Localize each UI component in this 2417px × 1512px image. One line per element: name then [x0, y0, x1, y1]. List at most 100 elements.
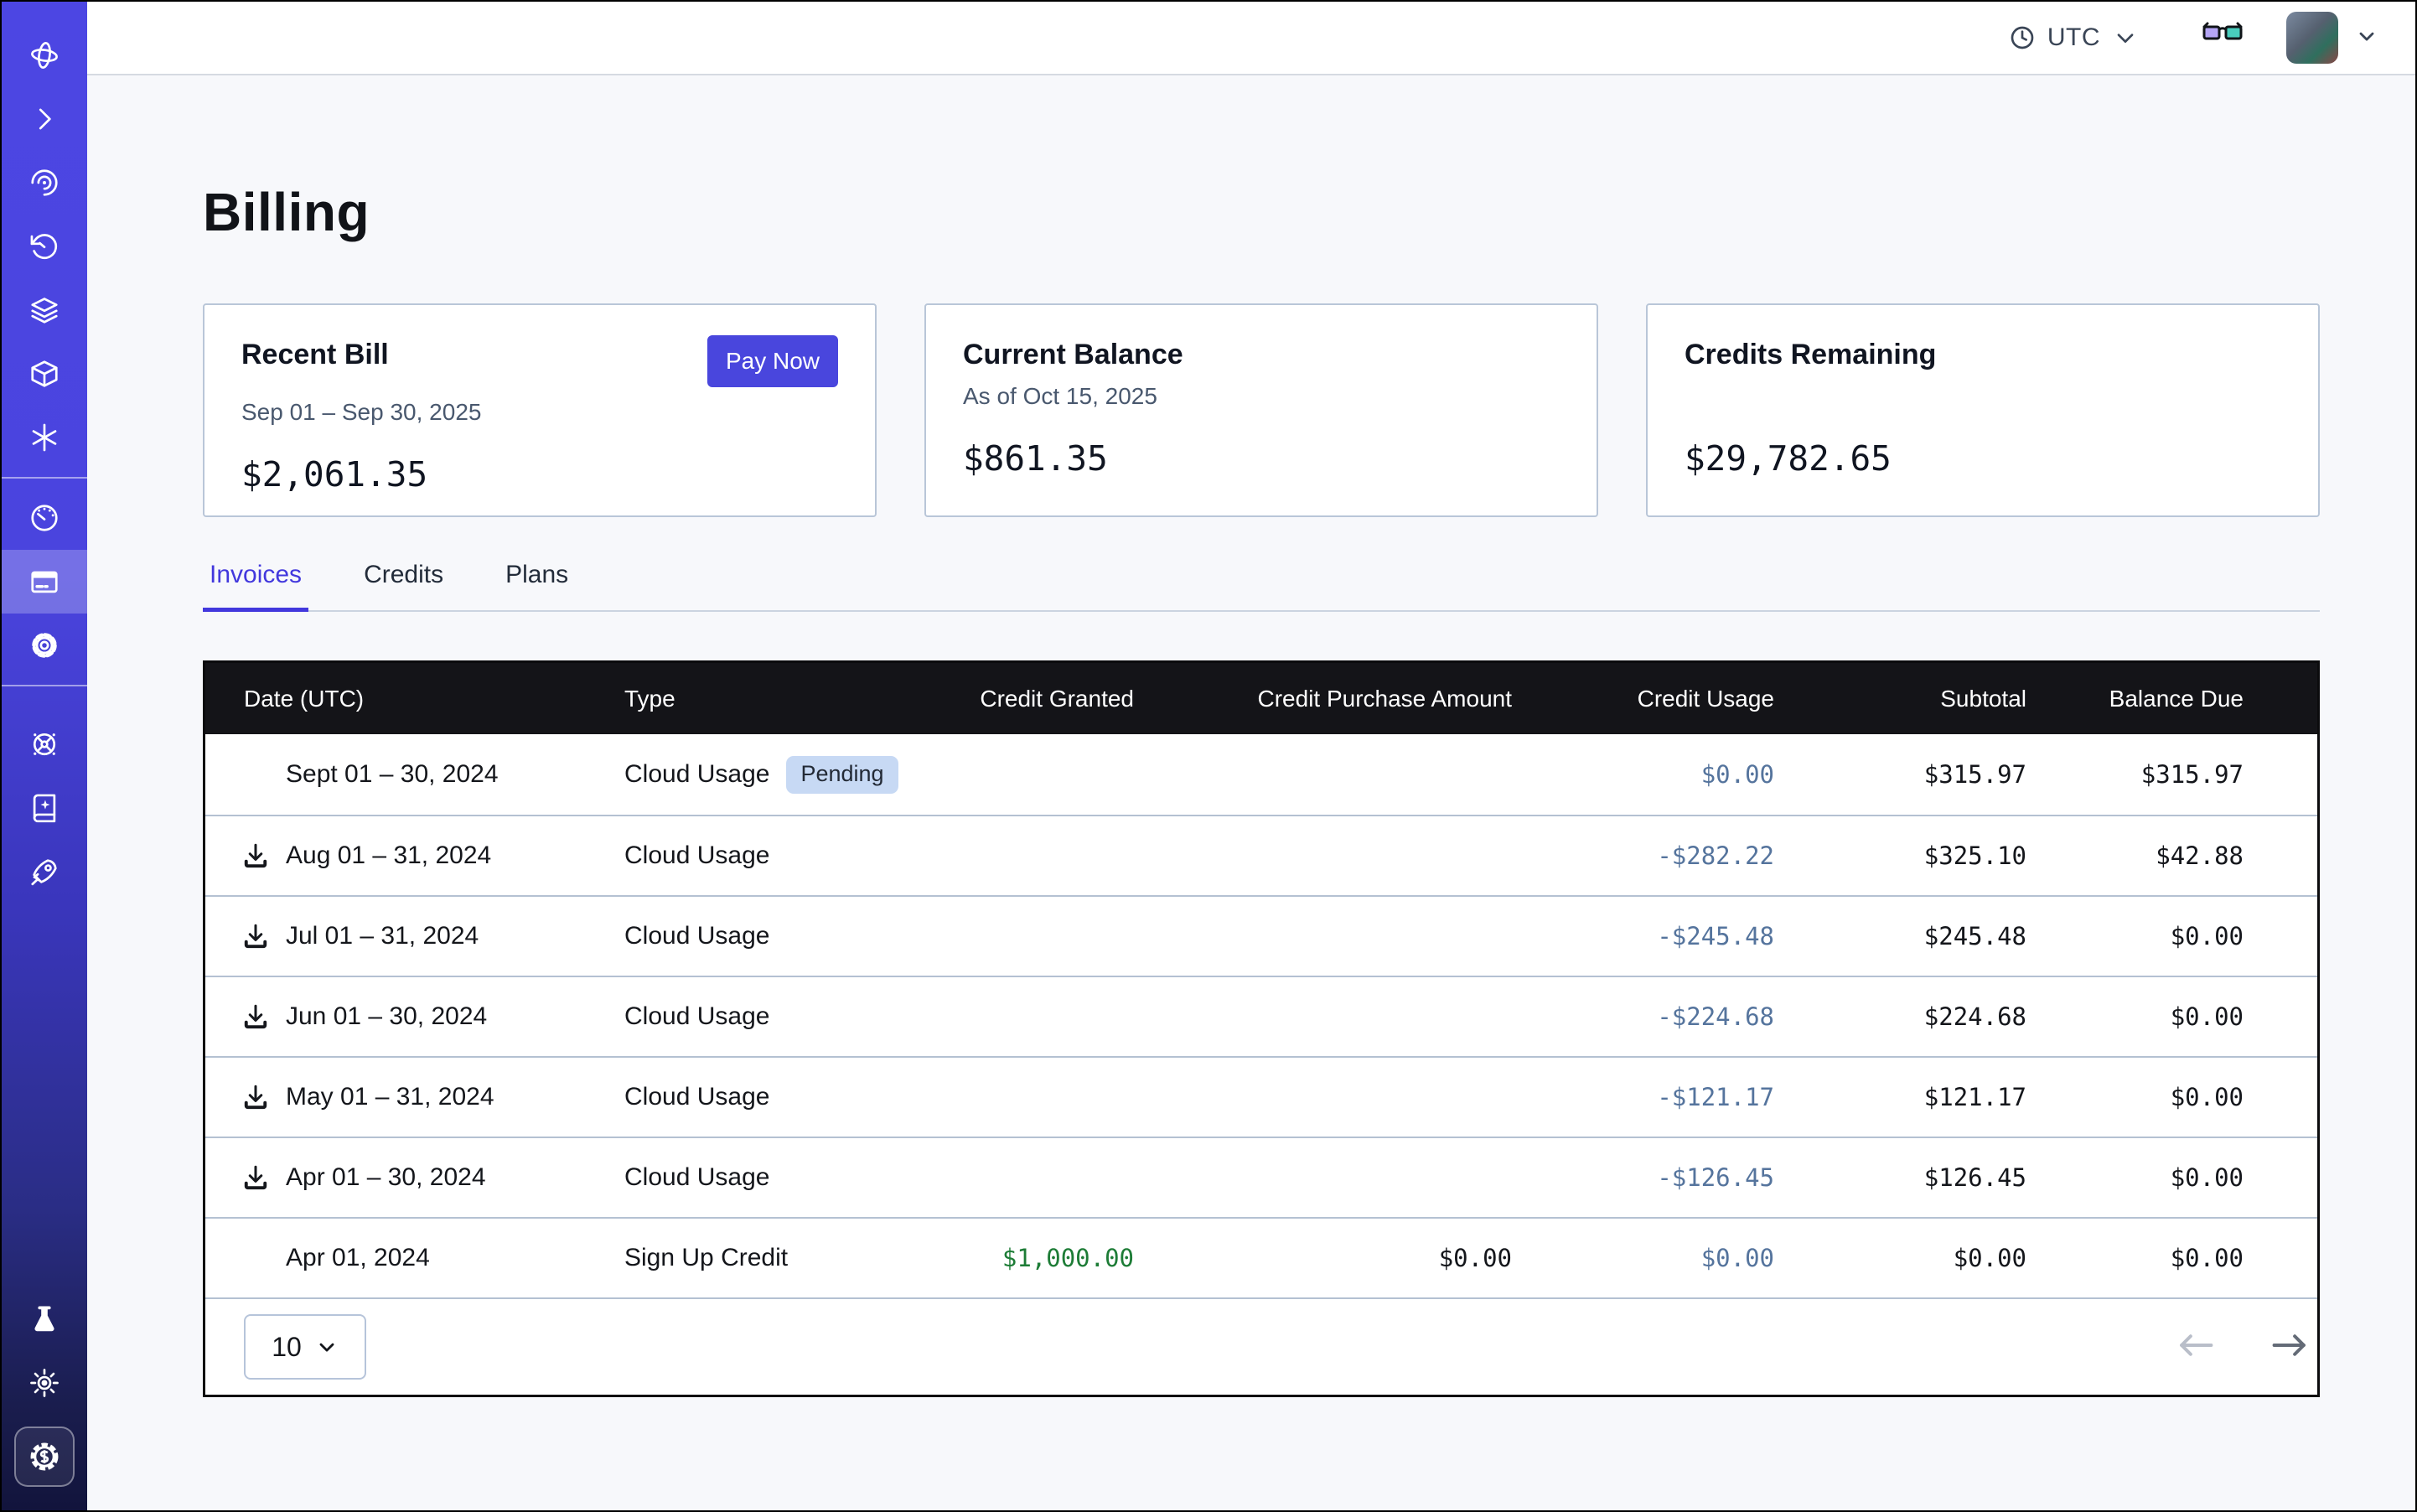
chevron-down-icon	[2112, 24, 2139, 51]
timezone-selector[interactable]: UTC	[2009, 23, 2139, 52]
flask-icon[interactable]	[2, 1287, 87, 1351]
card-title: Recent Bill	[241, 339, 389, 371]
sidebar-divider	[2, 685, 87, 686]
download-invoice-icon[interactable]	[241, 1082, 271, 1112]
balance-due-value: $0.00	[2026, 922, 2244, 950]
billing-card-icon[interactable]	[2, 550, 87, 614]
sidebar-divider	[2, 477, 87, 479]
orbit-logo-icon[interactable]	[2, 23, 87, 87]
credit-usage-value: -$282.22	[1512, 841, 1774, 870]
account-menu-chevron[interactable]	[2355, 24, 2378, 52]
invoice-date: Apr 01 – 30, 2024	[286, 1163, 486, 1192]
rocket-icon[interactable]	[2, 840, 87, 904]
subtotal-value: $126.45	[1774, 1163, 2026, 1192]
subtotal-value: $325.10	[1774, 841, 2026, 870]
glasses-icon[interactable]	[2201, 20, 2244, 56]
credits-remaining-card: Credits Remaining $29,782.65	[1646, 303, 2320, 517]
gear-icon[interactable]	[2, 614, 87, 677]
topbar: UTC	[87, 2, 2415, 75]
billing-tabs: Invoices Credits Plans	[203, 561, 2320, 612]
column-header: Date (UTC)	[205, 686, 624, 712]
table-row: Jul 01 – 31, 2024 Cloud Usage -$245.48 $…	[205, 895, 2317, 976]
balance-due-value: $0.00	[2026, 1163, 2244, 1192]
clock-icon	[2009, 24, 2036, 51]
history-timer-icon[interactable]	[2, 215, 87, 278]
column-header: Credit Purchase Amount	[1134, 686, 1512, 712]
card-subtitle: Sep 01 – Sep 30, 2025	[241, 399, 838, 427]
credit-purchase-value: $0.00	[1134, 1244, 1512, 1272]
table-body: Sept 01 – 30, 2024 Cloud Usage Pending $…	[205, 734, 2317, 1297]
credit-usage-value: -$121.17	[1512, 1083, 1774, 1111]
summary-cards: Recent Bill Pay Now Sep 01 – Sep 30, 202…	[203, 303, 2320, 517]
balance-due-value: $0.00	[2026, 1083, 2244, 1111]
balance-due-value: $42.88	[2026, 841, 2244, 870]
subtotal-value: $315.97	[1774, 760, 2026, 789]
invoice-type: Sign Up Credit	[624, 1244, 788, 1272]
invoice-date: Jul 01 – 31, 2024	[286, 922, 479, 950]
invoice-type: Cloud Usage	[624, 1163, 769, 1192]
invoice-date: Sept 01 – 30, 2024	[286, 760, 499, 789]
tab-plans[interactable]: Plans	[499, 561, 575, 612]
main-content: Billing Recent Bill Pay Now Sep 01 – Sep…	[87, 75, 2415, 1510]
balance-due-value: $0.00	[2026, 1002, 2244, 1031]
page-size-select[interactable]: 10	[244, 1314, 366, 1380]
card-subtitle	[1685, 383, 2281, 412]
chevron-down-icon	[2355, 24, 2378, 48]
invoice-type: Cloud Usage	[624, 1002, 769, 1031]
subtotal-value: $0.00	[1774, 1244, 2026, 1272]
column-header: Type	[624, 686, 943, 712]
sidebar	[2, 2, 87, 1510]
download-invoice-icon[interactable]	[241, 1002, 271, 1032]
user-avatar[interactable]	[2286, 12, 2338, 64]
download-invoice-icon[interactable]	[241, 841, 271, 871]
money-badge-icon[interactable]	[14, 1427, 75, 1487]
tab-invoices[interactable]: Invoices	[203, 561, 308, 612]
subtotal-value: $224.68	[1774, 1002, 2026, 1031]
table-row: May 01 – 31, 2024 Cloud Usage -$121.17 $…	[205, 1056, 2317, 1137]
sidebar-bottom-group	[2, 1287, 87, 1490]
download-invoice-icon[interactable]	[241, 1162, 271, 1193]
helm-wheel-icon[interactable]	[2, 712, 87, 776]
invoice-type: Cloud Usage	[624, 1083, 769, 1111]
next-page-arrow[interactable]	[2270, 1331, 2309, 1364]
status-badge: Pending	[786, 756, 898, 794]
invoice-date: Aug 01 – 31, 2024	[286, 841, 491, 870]
card-subtitle: As of Oct 15, 2025	[963, 383, 1560, 412]
table-header: Date (UTC) Type Credit Granted Credit Pu…	[205, 663, 2317, 734]
gauge-icon[interactable]	[2, 486, 87, 550]
card-title: Credits Remaining	[1685, 339, 1936, 371]
download-invoice-icon[interactable]	[241, 921, 271, 951]
credit-usage-value: -$245.48	[1512, 922, 1774, 950]
credit-usage-value: $0.00	[1512, 760, 1774, 789]
chevron-right-icon[interactable]	[2, 87, 87, 151]
tab-credits[interactable]: Credits	[357, 561, 450, 612]
page-size-value: 10	[272, 1332, 302, 1363]
table-row: Apr 01, 2024 Sign Up Credit $1,000.00 $0…	[205, 1217, 2317, 1297]
layers-icon[interactable]	[2, 278, 87, 342]
invoice-date: May 01 – 31, 2024	[286, 1083, 494, 1111]
balance-due-value: $0.00	[2026, 1244, 2244, 1272]
table-row: Aug 01 – 31, 2024 Cloud Usage -$282.22 $…	[205, 815, 2317, 895]
column-header: Balance Due	[2026, 686, 2244, 712]
column-header: Credit Granted	[943, 686, 1134, 712]
table-row: Jun 01 – 30, 2024 Cloud Usage -$224.68 $…	[205, 976, 2317, 1056]
invoice-date: Jun 01 – 30, 2024	[286, 1002, 487, 1031]
card-title: Current Balance	[963, 339, 1183, 371]
current-balance-card: Current Balance As of Oct 15, 2025 $861.…	[924, 303, 1598, 517]
card-amount: $861.35	[963, 438, 1560, 479]
sun-icon[interactable]	[2, 1351, 87, 1415]
subtotal-value: $245.48	[1774, 922, 2026, 950]
invoice-type: Cloud Usage	[624, 841, 769, 870]
column-header: Credit Usage	[1512, 686, 1774, 712]
spiral-eye-icon[interactable]	[2, 151, 87, 215]
table-footer: 10	[205, 1297, 2317, 1395]
invoices-table: Date (UTC) Type Credit Granted Credit Pu…	[203, 660, 2320, 1397]
credit-usage-value: -$224.68	[1512, 1002, 1774, 1031]
book-sparkle-icon[interactable]	[2, 776, 87, 840]
cube-icon[interactable]	[2, 342, 87, 406]
balance-due-value: $315.97	[2026, 760, 2244, 789]
credit-granted-value: $1,000.00	[943, 1244, 1134, 1272]
previous-page-arrow[interactable]	[2176, 1331, 2215, 1364]
asterisk-icon[interactable]	[2, 406, 87, 469]
pay-now-button[interactable]: Pay Now	[707, 335, 838, 387]
